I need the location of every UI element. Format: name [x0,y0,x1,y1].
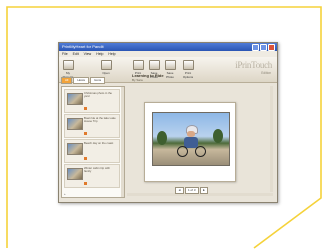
badge-icon [84,132,87,135]
tab-hosts[interactable]: Hosts [73,77,90,84]
add-project-button[interactable]: + [64,192,66,196]
toolbar-label: Save Photo [166,71,174,79]
list-item-text: Christmas photo in the yard [84,91,112,99]
badge-icon [84,107,87,110]
maximize-button[interactable] [260,44,267,51]
project-sidebar: Christmas photo in the yard Boat ride at… [61,86,125,198]
window-controls [252,44,275,51]
list-item-text: Winter cabin trip with family [84,166,110,174]
badge-icon [84,157,87,160]
options-icon [182,60,194,70]
list-item[interactable]: Winter cabin trip with family [64,164,120,188]
sidebar-tabs: All Hosts Icons [61,77,106,84]
app-window: PrintMyHeart for Pandit File Edit View H… [58,42,278,203]
print-icon [132,60,144,70]
open-icon [100,60,112,70]
front-wheel [177,146,188,157]
tree [213,129,223,143]
badge-icon [84,182,87,185]
toolbar-label: Open [102,71,110,75]
thumbnail [67,143,83,155]
projects-icon [62,60,74,70]
tab-icons[interactable]: Icons [90,77,106,84]
list-item[interactable]: Boat ride at the lake Lake House Trip [64,114,120,138]
list-item-text: Boat ride at the lake Lake House Trip [84,116,116,124]
tab-all[interactable]: All [61,77,73,84]
brand-logo: iPrinTouch [235,60,272,70]
print-page-preview [144,102,236,182]
list-item[interactable]: Beach day on the coast [64,139,120,163]
save-icon [148,60,160,70]
list-item[interactable]: Christmas photo in the yard [64,89,120,113]
close-button[interactable] [268,44,275,51]
toolbar-save-photo-2[interactable]: Save Photo [163,60,177,79]
toolbar-open[interactable]: Open [99,60,113,75]
thumbnail [67,93,83,105]
toolbar: My Projects Open Print Save Photo Save P… [59,57,277,84]
document-subtitle: By Sara [132,78,143,82]
brand-subtitle: Edition [261,71,271,75]
back-wheel [195,146,206,157]
prev-page-button[interactable]: ◄ [175,187,184,194]
list-item-text: Beach day on the coast [84,141,114,145]
photo[interactable] [152,112,230,166]
next-page-button[interactable]: ► [199,187,209,194]
preview-vertical-scrollbar[interactable] [270,86,273,192]
sidebar-scrollbar[interactable] [121,87,124,197]
window-title: PrintMyHeart for Pandit [62,44,104,49]
page-navigation: ◄ 1 of 3 ► [175,187,209,194]
save-icon [164,60,176,70]
thumbnail [67,168,83,180]
page-indicator: 1 of 3 [184,187,199,194]
title-bar: PrintMyHeart for Pandit [59,43,277,51]
toolbar-print-options[interactable]: Print Options [181,60,195,79]
minimize-button[interactable] [252,44,259,51]
thumbnail [67,118,83,130]
toolbar-label: Print Options [182,71,194,79]
child-on-bike [177,125,206,157]
tree [157,131,167,145]
